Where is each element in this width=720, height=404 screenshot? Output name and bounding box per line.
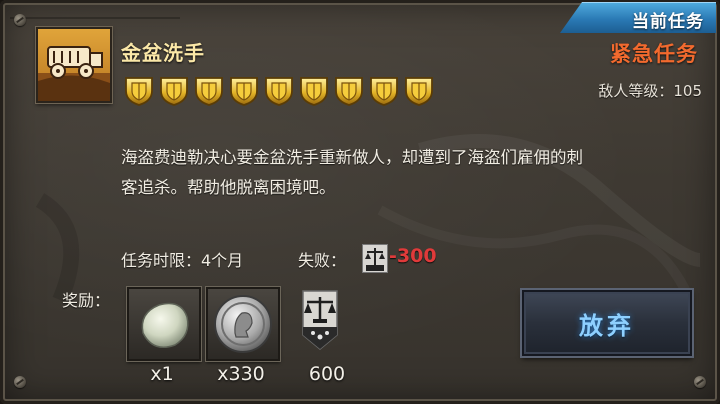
mission-description: 海盗费迪勒决心要金盆洗手重新做人，却遭到了海盗们雇佣的刺 客追杀。帮助他脱离困境… (121, 143, 691, 203)
mission-title: 金盆洗手 (121, 41, 205, 65)
enemy-level-value: 105 (673, 82, 702, 100)
reward-slot-stone[interactable] (127, 287, 201, 361)
difficulty-shields (122, 75, 436, 107)
tab-current-mission-label: 当前任务 (632, 12, 704, 32)
tab-current-mission[interactable]: 当前任务 (560, 2, 716, 33)
abandon-button[interactable]: 放弃 (522, 290, 692, 356)
shield-icon (370, 77, 398, 106)
reputation-icon (362, 244, 388, 273)
shield-icon (300, 77, 328, 106)
rivet-icon (14, 14, 26, 26)
shield-icon (265, 77, 293, 106)
reward-qty: x330 (217, 363, 265, 385)
silver-coin-icon (214, 295, 272, 353)
fail-label: 失败： (298, 251, 347, 270)
shield-icon (230, 77, 258, 106)
wagon-icon (38, 46, 110, 101)
time-limit: 任务时限：4个月 (121, 251, 244, 270)
reward-label: 奖励： (62, 291, 111, 310)
mission-type-label: 紧急任务 (610, 42, 698, 66)
shield-icon (195, 77, 223, 106)
fail-penalty-value: -300 (389, 245, 437, 267)
shield-icon (405, 77, 433, 106)
enemy-level: 敌人等级：105 (598, 80, 702, 101)
reward-qty: x1 (150, 363, 174, 385)
reward-slot-coin[interactable] (206, 287, 280, 361)
shield-icon (160, 77, 188, 106)
description-line: 海盗费迪勒决心要金盆洗手重新做人，却遭到了海盗们雇佣的刺 (121, 148, 583, 167)
shield-icon (335, 77, 363, 106)
rivet-icon (694, 376, 706, 388)
enemy-level-label: 敌人等级： (598, 82, 674, 100)
rivet-icon (14, 376, 26, 388)
reputation-scales-icon (302, 290, 338, 350)
reward-slot-reputation[interactable] (285, 287, 355, 357)
abandon-button-label: 放弃 (579, 311, 635, 340)
reward-qty: 600 (308, 363, 346, 385)
description-line: 客追杀。帮助他脱离困境吧。 (121, 178, 336, 197)
mission-icon (36, 27, 112, 103)
stone-icon (141, 302, 189, 348)
shield-icon (125, 77, 153, 106)
